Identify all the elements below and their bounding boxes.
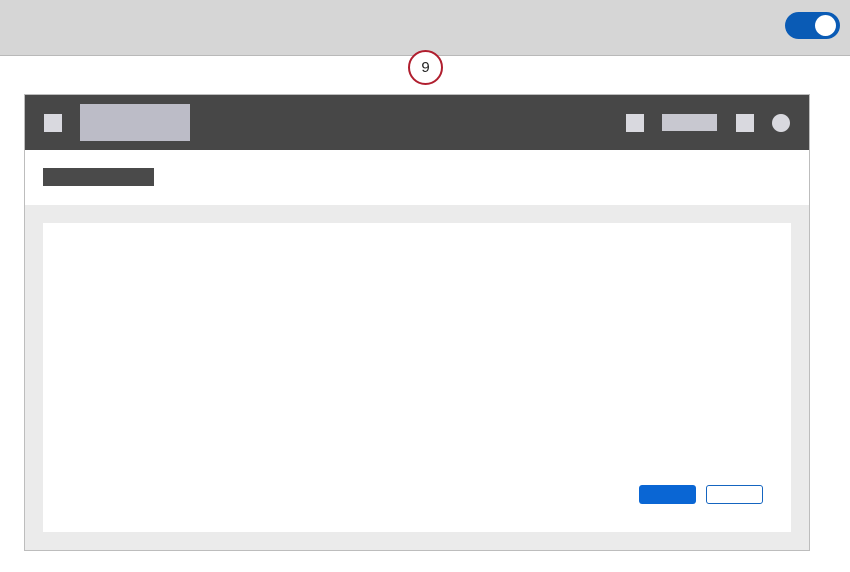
header-icon[interactable] [626,114,644,132]
primary-button[interactable] [639,485,696,504]
toggle-knob [815,15,836,36]
avatar-icon[interactable] [772,114,790,132]
toggle-switch[interactable] [785,12,840,39]
app-header-bar [25,95,809,150]
app-logo-placeholder[interactable] [80,104,190,141]
header-link-placeholder[interactable] [662,114,717,131]
header-icon[interactable] [736,114,754,132]
content-panel [43,223,791,532]
app-window [24,94,810,551]
page-title-placeholder [43,168,154,186]
secondary-button[interactable] [706,485,763,504]
menu-icon[interactable] [44,114,62,132]
step-number-badge: 9 [408,50,443,85]
top-band [0,0,850,56]
page-title-bar [25,150,809,205]
